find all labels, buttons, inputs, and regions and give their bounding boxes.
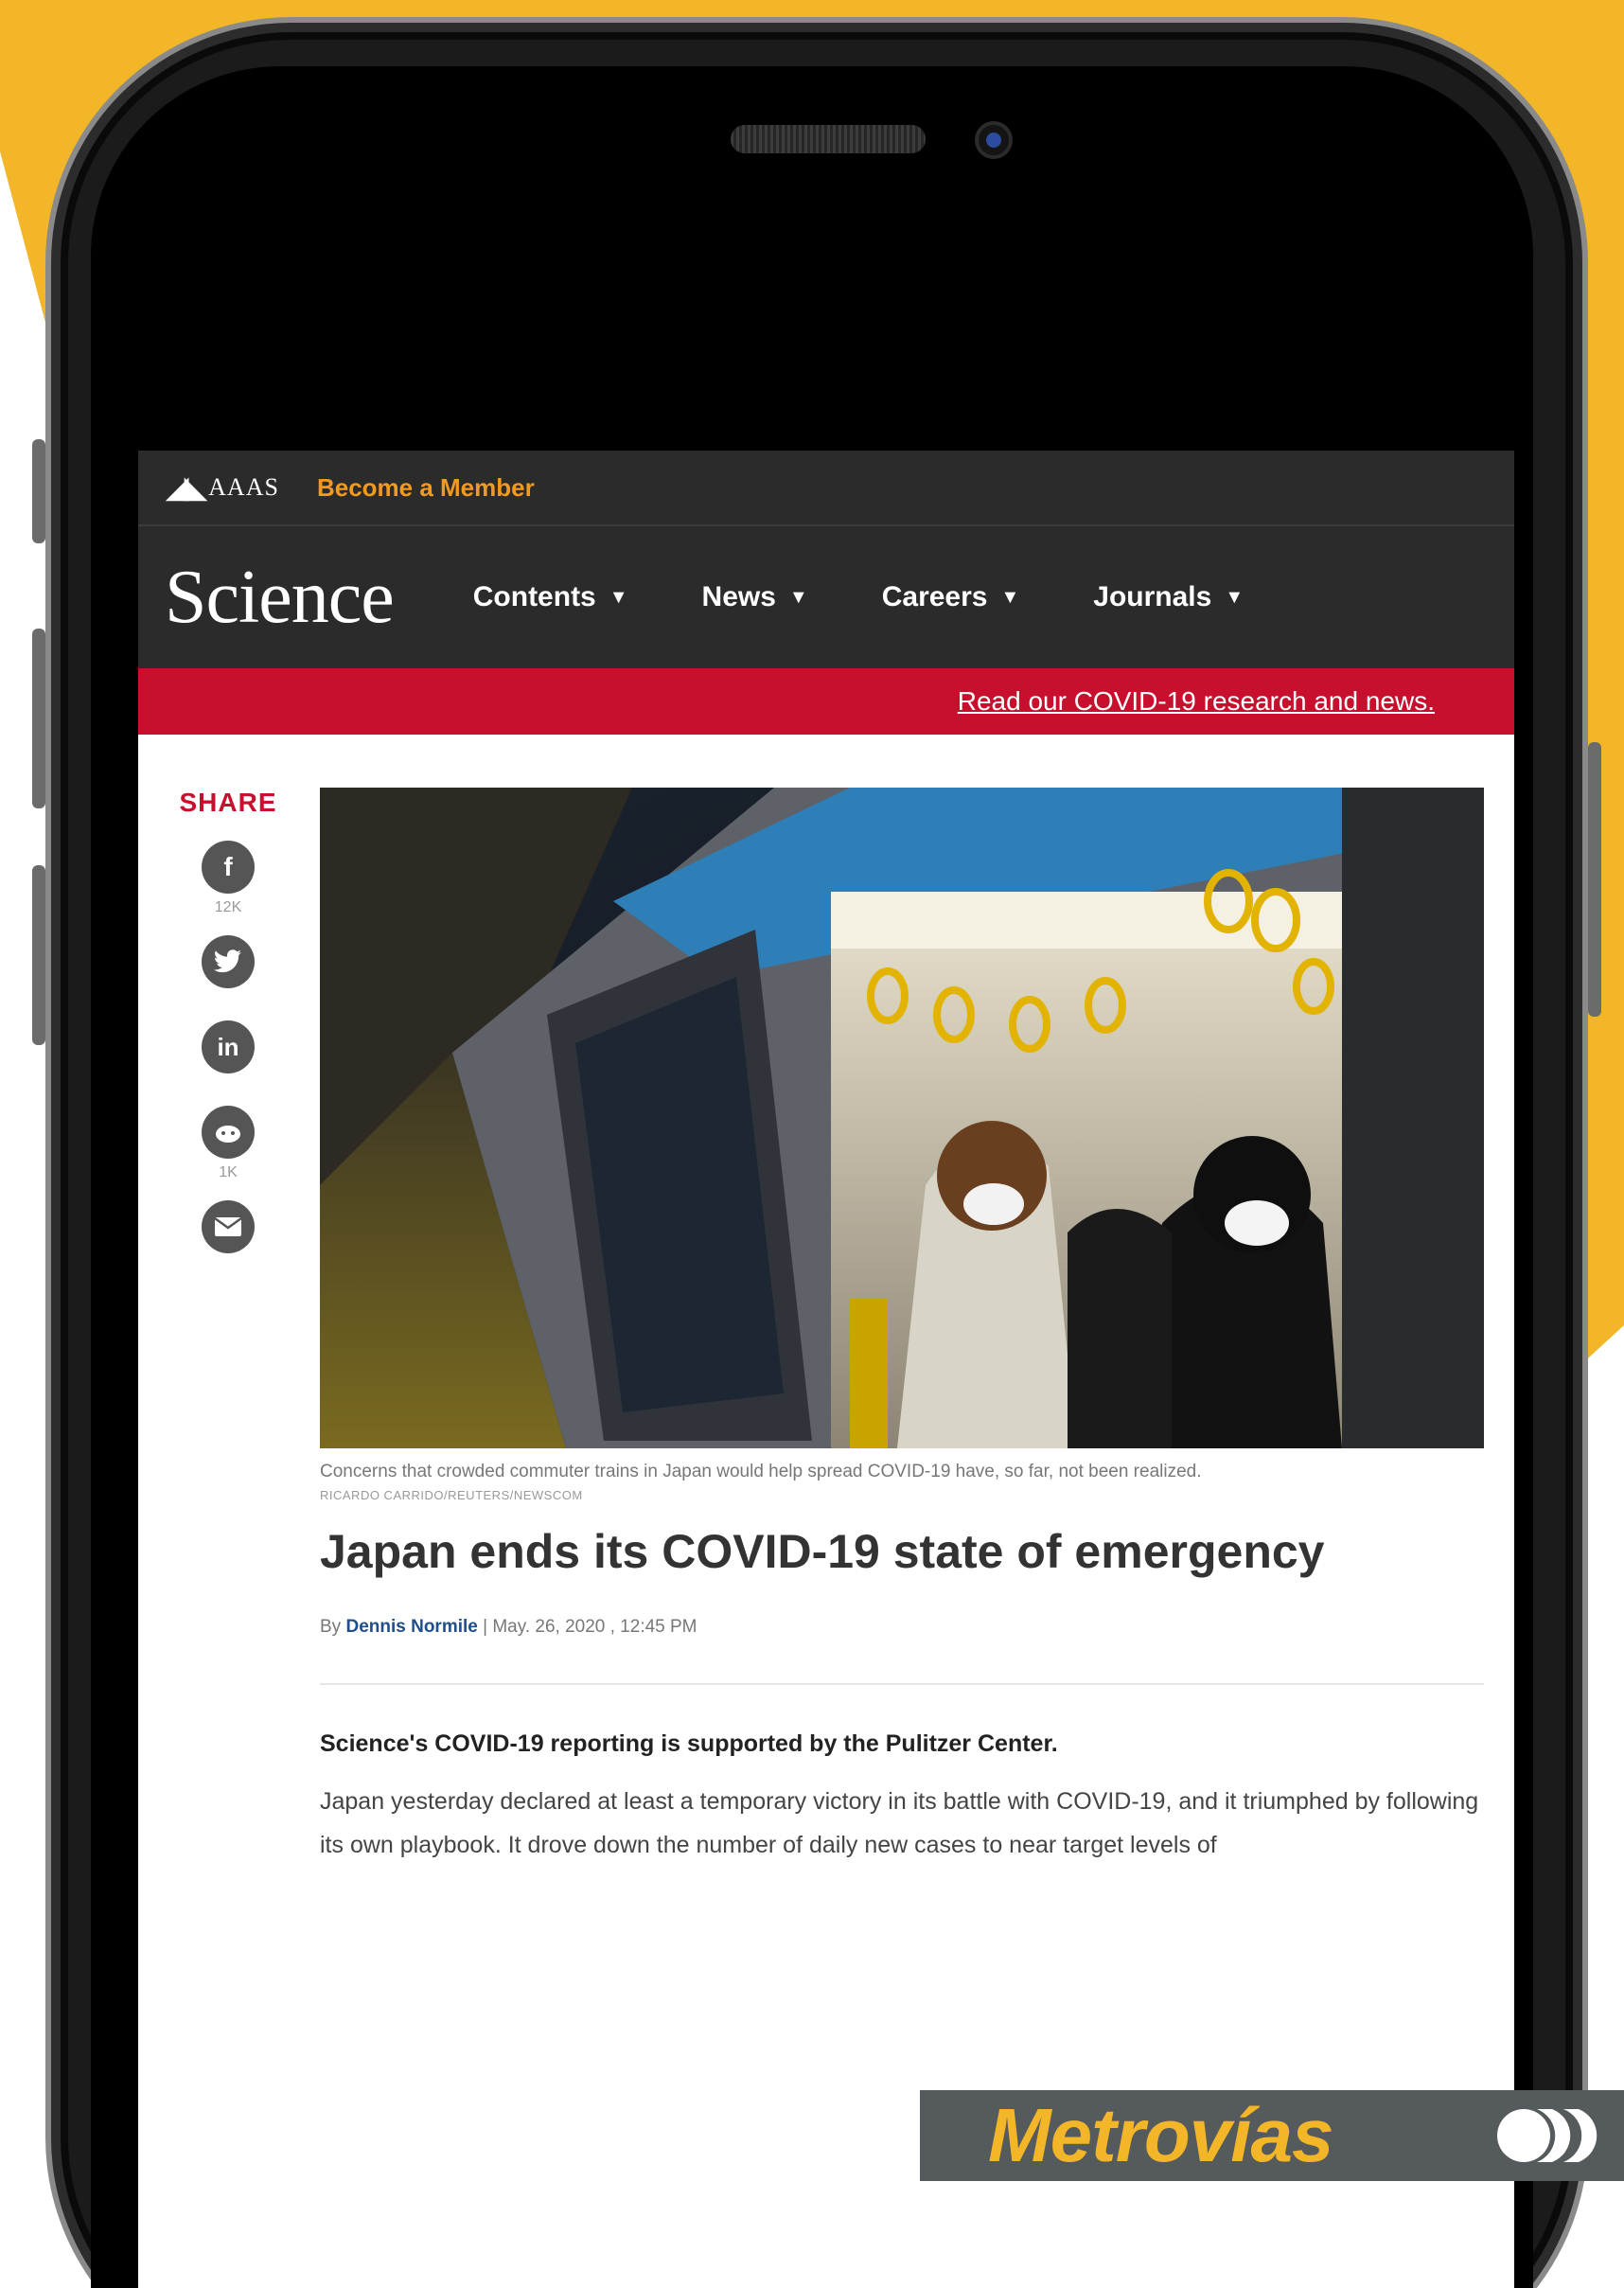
share-column: SHARE f 12K in 1K (176, 788, 280, 1253)
become-member-link[interactable]: Become a Member (317, 473, 535, 503)
byline-prefix: By (320, 1617, 342, 1637)
article-body: Japan yesterday declared at least a temp… (320, 1788, 1479, 1858)
commuter-train-photo (320, 788, 1484, 1448)
share-spacer (176, 988, 280, 1020)
nav-news-label: News (701, 581, 776, 612)
aaas-logo[interactable]: ◢◣ AAAS (167, 471, 279, 505)
envelope-glyph (214, 1216, 242, 1236)
volume-down-button (32, 865, 45, 1045)
front-camera-icon (975, 121, 1013, 159)
twitter-icon[interactable] (202, 935, 255, 988)
phone-speaker (731, 125, 926, 153)
pulitzer-support-note: Science's COVID-19 reporting is supporte… (320, 1730, 1058, 1757)
nav-contents-label: Contents (472, 581, 596, 612)
article-photo (320, 788, 1484, 1448)
aaas-topbar: ◢◣ AAAS Become a Member (138, 451, 1514, 526)
share-label: SHARE (179, 788, 277, 817)
photo-credit: RICARDO CARRIDO/REUTERS/NEWSCOM (320, 1488, 583, 1502)
science-webpage: ◢◣ AAAS Become a Member Science Contents… (138, 451, 1514, 1927)
email-icon[interactable] (202, 1200, 255, 1253)
covid-banner: Read our COVID-19 research and news. (138, 668, 1514, 735)
facebook-icon[interactable]: f (202, 841, 255, 894)
volume-up-button (32, 629, 45, 808)
twitter-bird-glyph (214, 949, 241, 973)
covid-research-link[interactable]: Read our COVID-19 research and news. (958, 686, 1435, 717)
reddit-glyph (216, 1126, 240, 1143)
photo-caption: Concerns that crowded commuter trains in… (320, 1462, 1202, 1481)
chevron-down-icon: ▼ (788, 586, 808, 608)
article-divider (320, 1683, 1484, 1685)
byline-separator: | (483, 1617, 493, 1637)
article-byline: By Dennis Normile | May. 26, 2020 , 12:4… (320, 1617, 697, 1638)
chevron-down-icon: ▼ (609, 586, 628, 608)
article-area: SHARE f 12K in 1K Concerns that crowded … (138, 735, 1514, 1858)
aaas-logo-text: AAAS (208, 473, 279, 501)
power-button (1588, 742, 1601, 1017)
nav-contents[interactable]: Contents ▼ (473, 581, 628, 613)
nav-careers[interactable]: Careers ▼ (882, 581, 1020, 613)
reddit-share-count: 1K (219, 1164, 238, 1180)
linkedin-icon[interactable]: in (202, 1020, 255, 1073)
aaas-mark-icon: ◢◣ (167, 471, 206, 504)
metrovias-banner: Metrovías (920, 2090, 1624, 2181)
article-date: May. 26, 2020 , 12:45 PM (492, 1617, 697, 1637)
nav-news[interactable]: News ▼ (702, 581, 808, 613)
phone-side-button (32, 439, 45, 543)
chevron-down-icon: ▼ (1225, 586, 1244, 608)
article-headline: Japan ends its COVID-19 state of emergen… (320, 1525, 1325, 1578)
metrovias-logo: Metrovías (988, 2093, 1333, 2177)
author-link[interactable]: Dennis Normile (345, 1617, 477, 1637)
nav-careers-label: Careers (881, 581, 988, 612)
nav-journals-label: Journals (1093, 581, 1212, 612)
reddit-icon[interactable] (202, 1106, 255, 1159)
science-logo[interactable]: Science (165, 555, 395, 641)
metrovias-emblem-icon (1497, 2109, 1598, 2162)
facebook-share-count: 12K (214, 899, 242, 915)
science-navbar: Science Contents ▼ News ▼ Careers ▼ Jour… (138, 526, 1514, 668)
share-spacer (176, 1073, 280, 1106)
nav-journals[interactable]: Journals ▼ (1093, 581, 1244, 613)
chevron-down-icon: ▼ (1000, 586, 1020, 608)
